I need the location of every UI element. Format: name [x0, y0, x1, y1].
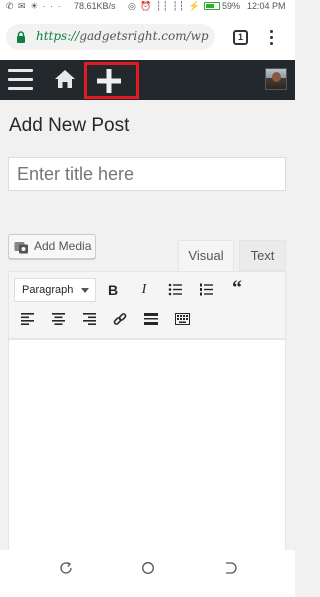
bold-icon[interactable]: B — [103, 280, 123, 300]
chevron-down-icon — [81, 288, 89, 293]
bulleted-list-icon[interactable] — [165, 280, 185, 300]
battery-percent: 59% — [222, 1, 241, 11]
add-media-button[interactable]: Add Media — [8, 234, 96, 259]
more-options-icon[interactable] — [270, 30, 274, 46]
link-icon[interactable] — [110, 310, 130, 330]
lock-icon — [17, 31, 25, 43]
content-editor[interactable] — [8, 339, 286, 551]
address-bar[interactable]: https://gadgetsright.com/wp — [6, 24, 215, 50]
read-more-icon[interactable] — [141, 310, 161, 330]
system-nav-bar — [0, 550, 295, 597]
italic-icon[interactable]: I — [134, 280, 154, 300]
browser-toolbar: https://gadgetsright.com/wp 1 — [0, 12, 295, 60]
tab-visual[interactable]: Visual — [178, 240, 234, 271]
align-right-icon[interactable] — [79, 310, 99, 330]
numbered-list-icon[interactable] — [196, 280, 216, 300]
plus-icon[interactable] — [96, 68, 122, 94]
status-bar: ✆ ✉ ☀ · · · 78.61KB/s ◎ ⏰ ┆┆ ┆┆ ⚡ 59% 12… — [0, 0, 295, 12]
recents-icon[interactable] — [59, 561, 73, 575]
editor-toolbar: Paragraph B I “ — [8, 271, 286, 339]
home-nav-icon[interactable] — [141, 561, 155, 575]
media-icon — [14, 242, 28, 254]
align-left-icon[interactable] — [17, 310, 37, 330]
system-icons: ◎ ⏰ ┆┆ ┆┆ ⚡ — [128, 1, 201, 11]
align-center-icon[interactable] — [48, 310, 68, 330]
format-select-value: Paragraph — [22, 284, 74, 296]
network-speed: 78.61KB/s — [74, 1, 116, 11]
wp-admin-bar — [0, 60, 295, 100]
battery-icon — [204, 2, 220, 10]
page-title: Add New Post — [9, 115, 130, 136]
clock: 12:04 PM — [247, 1, 286, 11]
tab-text[interactable]: Text — [239, 240, 286, 271]
post-title-field[interactable] — [8, 157, 286, 191]
blockquote-icon[interactable]: “ — [227, 278, 247, 298]
url-host: gadgetsright.com/wp — [79, 29, 209, 43]
post-title-input[interactable] — [9, 158, 285, 190]
format-select[interactable]: Paragraph — [14, 278, 96, 302]
back-icon[interactable] — [223, 561, 237, 575]
avatar[interactable] — [265, 68, 287, 90]
notification-icons: ✆ ✉ ☀ · · · — [6, 1, 62, 11]
tab-switcher-button[interactable]: 1 — [233, 30, 248, 45]
add-media-label: Add Media — [34, 239, 92, 253]
home-icon[interactable] — [54, 68, 76, 90]
menu-icon[interactable] — [8, 69, 33, 91]
toolbar-toggle-icon[interactable] — [172, 310, 192, 330]
url-scheme: https:// — [36, 29, 80, 43]
url-text: https://gadgetsright.com/wp — [36, 29, 212, 43]
